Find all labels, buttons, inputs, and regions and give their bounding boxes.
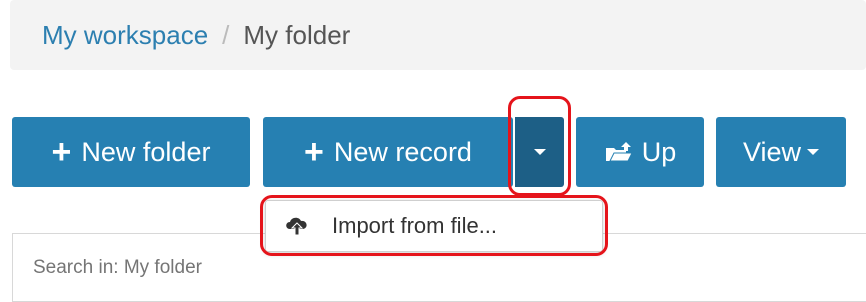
view-label: View [742,136,802,167]
breadcrumb: My workspace / My folder [10,0,866,70]
new-record-dropdown-menu: Import from file... [265,200,603,252]
breadcrumb-workspace-link[interactable]: My workspace [42,20,208,51]
view-dropdown-button[interactable]: View [716,117,846,187]
cloud-upload-icon [284,215,310,237]
breadcrumb-separator: / [222,19,230,50]
folder-up-icon [604,140,634,164]
page: My workspace / My folder + New folder + … [0,0,866,302]
caret-down-icon [533,149,546,155]
up-button[interactable]: Up [576,117,704,187]
plus-icon: + [304,133,324,171]
caret-down-icon [807,149,820,155]
new-record-dropdown-toggle[interactable] [515,117,564,187]
new-record-button[interactable]: + New record [263,117,513,187]
new-folder-button[interactable]: + New folder [12,117,250,187]
new-folder-label: New folder [81,136,211,167]
menu-item-import-from-file[interactable]: Import from file... [284,213,497,239]
new-record-label: New record [333,136,472,167]
plus-icon: + [51,133,72,171]
breadcrumb-current-folder: My folder [243,19,351,50]
up-label: Up [641,136,677,167]
menu-item-label: Import from file... [332,213,498,238]
